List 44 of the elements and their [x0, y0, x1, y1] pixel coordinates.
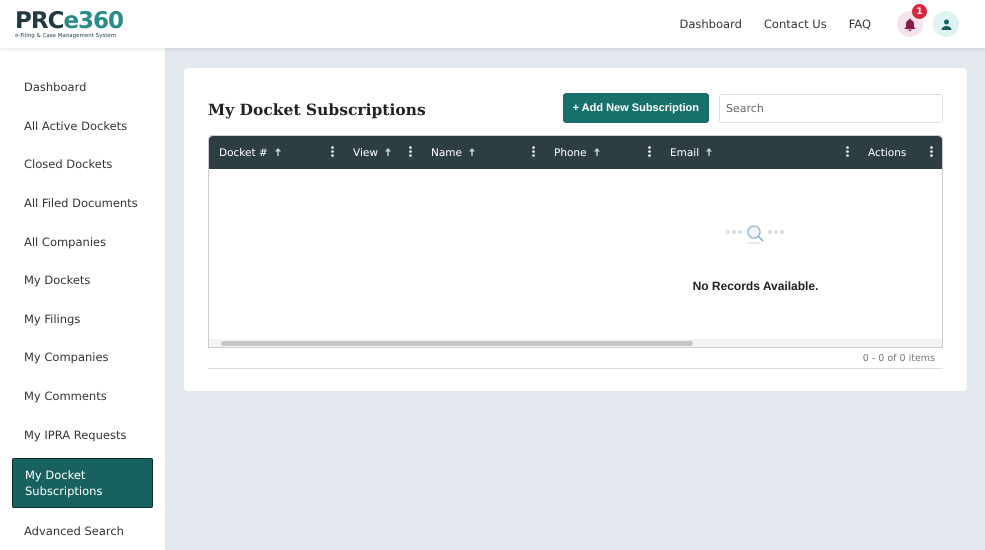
column-menu-icon[interactable]	[409, 146, 412, 156]
user-avatar-button[interactable]	[933, 11, 959, 37]
sidebar-item[interactable]: Advanced Search	[12, 512, 153, 550]
search-field[interactable]: Search	[719, 94, 943, 122]
person-icon	[940, 18, 952, 30]
sidebar-item[interactable]: All Filed Documents	[12, 184, 153, 222]
empty-message: No Records Available.	[692, 279, 818, 293]
nav-link[interactable]: Dashboard	[680, 17, 742, 31]
column-menu-icon[interactable]	[846, 146, 849, 156]
column-menu-icon[interactable]	[648, 146, 651, 156]
sidebar-item[interactable]: My IPRA Requests	[12, 415, 153, 454]
notification-badge: 1	[912, 4, 927, 19]
sort-arrow-icon[interactable]	[274, 148, 281, 156]
sidebar-item[interactable]: All Companies	[12, 222, 153, 261]
sidebar-item[interactable]: My Docket Subscriptions	[12, 458, 153, 508]
magnifier-icon	[726, 225, 786, 245]
sidebar-item[interactable]: All Active Dockets	[12, 106, 153, 146]
sort-arrow-icon[interactable]	[706, 148, 712, 156]
column-menu-icon[interactable]	[331, 146, 334, 156]
bell-icon	[904, 18, 916, 30]
column-menu-icon[interactable]	[930, 146, 933, 156]
sidebar-item[interactable]: My Dockets	[12, 260, 153, 300]
column-header[interactable]: Actions	[868, 146, 906, 158]
pager-info: 0 - 0 of 0 items	[862, 353, 935, 364]
column-header[interactable]: Docket #	[219, 146, 268, 158]
page-title: My Docket Subscriptions	[208, 98, 427, 118]
sidebar-item[interactable]: My Filings	[12, 300, 153, 338]
sort-arrow-icon[interactable]	[384, 148, 391, 156]
nav-link[interactable]: FAQ	[848, 17, 871, 31]
column-menu-icon[interactable]	[532, 146, 535, 156]
sidebar-item[interactable]: My Comments	[12, 376, 153, 416]
horizontal-scrollbar[interactable]	[209, 339, 942, 347]
logo[interactable]: PRCe360	[15, 9, 124, 33]
sort-arrow-icon[interactable]	[594, 148, 600, 156]
nav-link[interactable]: Contact Us	[764, 17, 827, 31]
column-header[interactable]: View	[353, 146, 378, 158]
sidebar-item[interactable]: Closed Dockets	[12, 145, 153, 184]
sort-arrow-icon[interactable]	[468, 148, 475, 156]
sidebar-item[interactable]: Dashboard	[12, 68, 153, 107]
column-header[interactable]: Phone	[554, 146, 587, 158]
column-header[interactable]: Email	[670, 146, 700, 158]
sidebar-item[interactable]: My Companies	[12, 338, 153, 377]
column-header[interactable]: Name	[431, 146, 462, 158]
add-subscription-button[interactable]: + Add New Subscription	[562, 93, 709, 123]
